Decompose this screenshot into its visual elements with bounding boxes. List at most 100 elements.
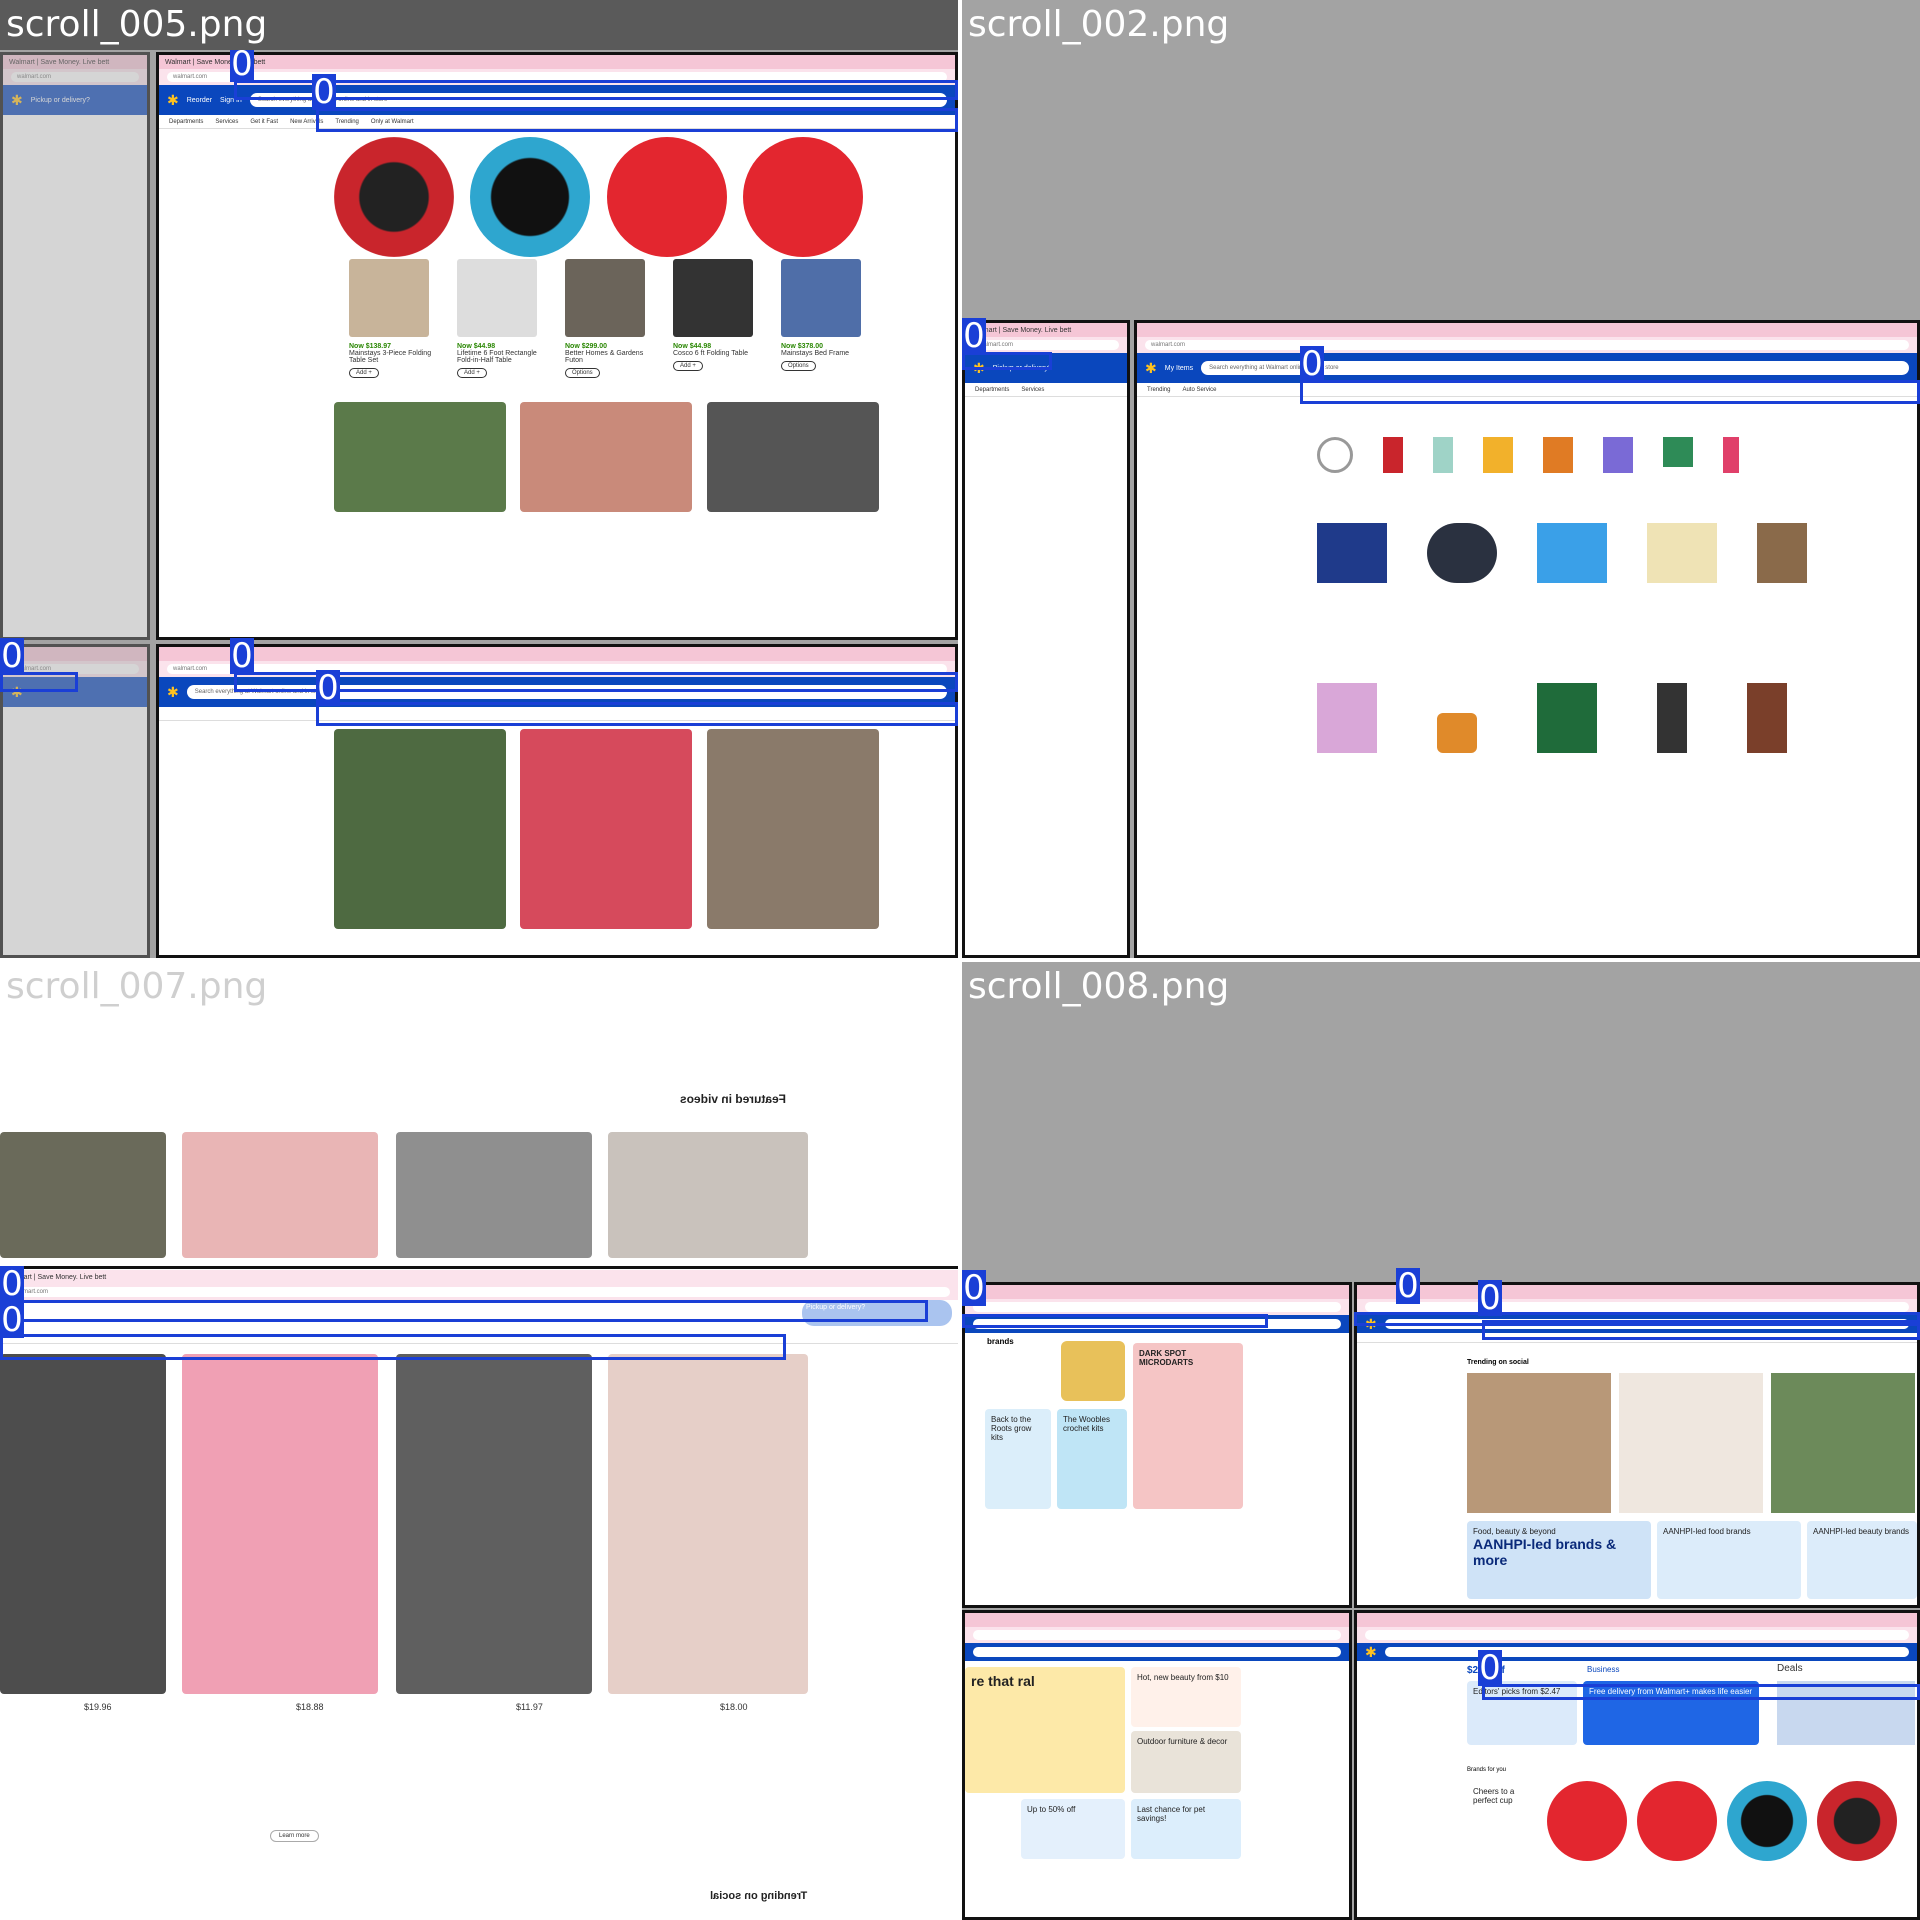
reorder-link[interactable]: Reorder bbox=[187, 97, 212, 104]
tab-bar[interactable] bbox=[1137, 323, 1917, 337]
nav-auto-service[interactable]: Auto Service bbox=[1182, 387, 1216, 393]
add-button[interactable]: Add + bbox=[673, 361, 703, 371]
video-thumbnail[interactable] bbox=[706, 729, 879, 929]
address-bar[interactable]: walmart.com bbox=[1137, 337, 1917, 353]
aanhpi-beauty-card[interactable]: AANHPI-led beauty brands bbox=[1807, 1521, 1917, 1599]
promo-card[interactable]: DARK SPOT MICRODARTS bbox=[1133, 1343, 1243, 1509]
category-icon[interactable] bbox=[1317, 437, 1353, 473]
learn-more-button[interactable]: Learn more bbox=[270, 1830, 319, 1842]
coffee-hands-image[interactable] bbox=[606, 137, 727, 257]
url-field[interactable]: walmart.com bbox=[8, 1287, 950, 1297]
product-image[interactable] bbox=[1317, 683, 1377, 753]
product-image[interactable] bbox=[673, 259, 753, 337]
video-thumbnail[interactable] bbox=[608, 1354, 808, 1694]
product-image[interactable] bbox=[1747, 683, 1787, 753]
address-bar[interactable] bbox=[1357, 1627, 1917, 1643]
product-image[interactable] bbox=[1537, 683, 1597, 753]
product-name[interactable]: Cosco 6 ft Folding Table bbox=[673, 350, 763, 357]
tab-bar[interactable]: Walmart | Save Money. Live bett bbox=[965, 323, 1127, 337]
projector-image[interactable] bbox=[1537, 523, 1607, 583]
video-thumbnail[interactable] bbox=[0, 1354, 166, 1694]
video-thumbnail[interactable] bbox=[0, 1132, 166, 1258]
product-card[interactable]: Now $44.98 Cosco 6 ft Folding Table Add … bbox=[673, 259, 763, 378]
tab-bar[interactable]: Walmart | Save Money. Live bett bbox=[3, 55, 147, 69]
tab-bar[interactable] bbox=[965, 1285, 1349, 1299]
promo-card[interactable]: The Woobles crochet kits bbox=[1057, 1409, 1127, 1509]
aanhpi-food-card[interactable]: AANHPI-led food brands bbox=[1657, 1521, 1801, 1599]
coffee-cup-image[interactable] bbox=[470, 137, 591, 257]
aanhpi-card[interactable]: Food, beauty & beyond AANHPI-led brands … bbox=[1467, 1521, 1651, 1599]
tab-bar[interactable] bbox=[3, 647, 147, 661]
nav-departments[interactable]: Departments bbox=[169, 119, 203, 125]
add-button[interactable]: Add + bbox=[349, 368, 379, 378]
earbuds-image[interactable] bbox=[1427, 523, 1497, 583]
coffee-image[interactable] bbox=[1727, 1781, 1807, 1861]
laptop-image[interactable] bbox=[1317, 523, 1387, 583]
product-name[interactable]: Mainstays Bed Frame bbox=[781, 350, 871, 357]
tab-bar[interactable] bbox=[159, 647, 955, 661]
nav-services[interactable]: Services bbox=[1021, 387, 1044, 393]
address-bar[interactable]: walmart.com bbox=[0, 1284, 958, 1300]
video-thumbnail[interactable] bbox=[520, 402, 693, 512]
tab-bar[interactable] bbox=[1357, 1285, 1917, 1299]
tab-bar[interactable] bbox=[965, 1613, 1349, 1627]
url-field[interactable]: walmart.com bbox=[973, 340, 1119, 350]
product-image[interactable] bbox=[565, 259, 645, 337]
product-card[interactable]: Now $378.00 Mainstays Bed Frame Options bbox=[781, 259, 871, 378]
upto-card[interactable]: Up to 50% off bbox=[1021, 1799, 1125, 1859]
brand-image[interactable] bbox=[1061, 1341, 1125, 1401]
category-icon[interactable] bbox=[1543, 437, 1573, 473]
cheers-card[interactable]: Cheers to a perfect cup bbox=[1467, 1781, 1547, 1851]
video-thumbnail[interactable] bbox=[334, 402, 506, 512]
video-thumbnail[interactable] bbox=[182, 1132, 378, 1258]
tab-bar[interactable]: Walmart | Save Money. Live bett bbox=[0, 1270, 958, 1284]
url-field[interactable] bbox=[973, 1630, 1341, 1640]
product-card[interactable]: Now $299.00 Better Homes & Gardens Futon… bbox=[565, 259, 655, 378]
category-icon[interactable] bbox=[1603, 437, 1633, 473]
video-thumbnail[interactable] bbox=[520, 729, 693, 929]
product-image[interactable] bbox=[349, 259, 429, 337]
social-image[interactable] bbox=[1619, 1373, 1763, 1513]
tab-bar[interactable]: Walmart | Save Money. Live bett bbox=[159, 55, 955, 69]
product-image[interactable] bbox=[1657, 683, 1687, 753]
product-name[interactable]: Better Homes & Gardens Futon bbox=[565, 350, 655, 364]
promo-card[interactable]: Back to the Roots grow kits bbox=[985, 1409, 1051, 1509]
product-name[interactable]: Lifetime 6 Foot Rectangle Fold-in-Half T… bbox=[457, 350, 547, 364]
outdoor-card[interactable]: Outdoor furniture & decor bbox=[1131, 1731, 1241, 1793]
options-button[interactable]: Options bbox=[781, 361, 816, 371]
url-field[interactable]: walmart.com bbox=[11, 72, 139, 82]
category-icon[interactable] bbox=[1723, 437, 1739, 473]
product-image[interactable] bbox=[1647, 523, 1717, 583]
product-image[interactable] bbox=[1757, 523, 1807, 583]
add-button[interactable]: Add + bbox=[457, 368, 487, 378]
product-image[interactable] bbox=[457, 259, 537, 337]
coffee-image[interactable] bbox=[1547, 1781, 1627, 1861]
folgers-image[interactable] bbox=[334, 137, 454, 257]
tab-bar[interactable] bbox=[1357, 1613, 1917, 1627]
category-icon[interactable] bbox=[1383, 437, 1403, 473]
product-name[interactable]: Mainstays 3-Piece Folding Table Set bbox=[349, 350, 439, 364]
options-button[interactable]: Options bbox=[565, 368, 600, 378]
product-card[interactable]: Now $44.98 Lifetime 6 Foot Rectangle Fol… bbox=[457, 259, 547, 378]
search-input[interactable] bbox=[1384, 1647, 1909, 1657]
video-thumbnail[interactable] bbox=[608, 1132, 808, 1258]
address-bar[interactable] bbox=[965, 1627, 1349, 1643]
social-image[interactable] bbox=[1467, 1373, 1611, 1513]
beauty-card[interactable]: Hot, new beauty from $10 bbox=[1131, 1667, 1241, 1727]
address-bar[interactable]: walmart.com bbox=[965, 337, 1127, 353]
nav-services[interactable]: Services bbox=[215, 119, 238, 125]
folgers-image[interactable] bbox=[1817, 1781, 1897, 1861]
video-thumbnail[interactable] bbox=[706, 402, 879, 512]
coffee-image[interactable] bbox=[1637, 1781, 1717, 1861]
social-image[interactable] bbox=[1771, 1373, 1915, 1513]
video-thumbnail[interactable] bbox=[396, 1132, 592, 1258]
url-field[interactable]: walmart.com bbox=[1145, 340, 1909, 350]
nav-trending[interactable]: Trending bbox=[1147, 387, 1170, 393]
coffee-machine-image[interactable] bbox=[743, 137, 864, 257]
pet-card[interactable]: Last chance for pet savings! bbox=[1131, 1799, 1241, 1859]
video-thumbnail[interactable] bbox=[396, 1354, 592, 1694]
category-icon[interactable] bbox=[1663, 437, 1693, 467]
url-field[interactable] bbox=[1365, 1302, 1909, 1312]
address-bar[interactable] bbox=[965, 1299, 1349, 1315]
address-bar[interactable]: walmart.com bbox=[3, 69, 147, 85]
